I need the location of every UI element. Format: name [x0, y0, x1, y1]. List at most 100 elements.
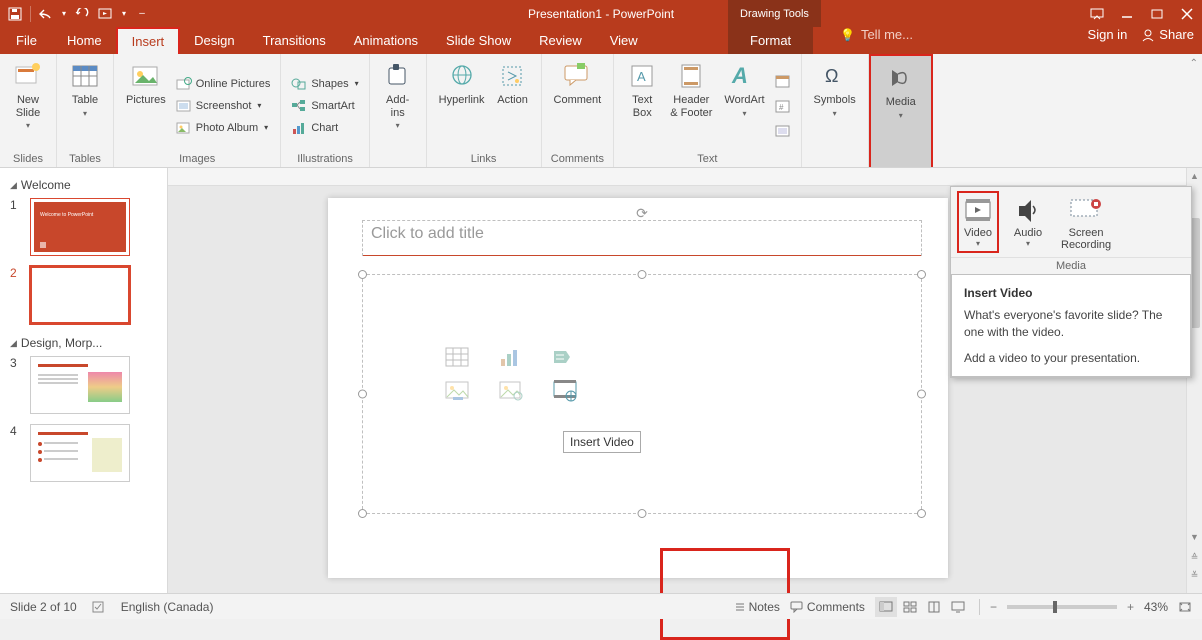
- photo-album-button[interactable]: Photo Album▾: [174, 117, 273, 139]
- drawing-tools-context-label: Drawing Tools: [728, 0, 821, 27]
- scroll-up-icon[interactable]: ▲: [1187, 168, 1202, 184]
- section-design[interactable]: ◢Design, Morp...: [0, 332, 167, 354]
- resize-handle[interactable]: [358, 270, 367, 279]
- tab-format[interactable]: Format: [728, 27, 813, 54]
- share-button[interactable]: Share: [1141, 27, 1194, 42]
- screenshot-button[interactable]: Screenshot▾: [174, 95, 273, 117]
- comment-button[interactable]: Comment: [550, 58, 606, 153]
- content-placeholder[interactable]: Insert Video: [362, 274, 922, 514]
- reading-view-icon[interactable]: [923, 597, 945, 617]
- slide-canvas[interactable]: Click to add title ⟳: [328, 198, 948, 578]
- next-slide-icon[interactable]: ≚: [1187, 567, 1202, 583]
- thumb-slide-3[interactable]: [30, 356, 130, 414]
- notes-toggle[interactable]: Notes: [734, 600, 780, 614]
- insert-table-shortcut[interactable]: [443, 345, 471, 369]
- tab-review[interactable]: Review: [525, 27, 596, 54]
- insert-smartart-shortcut[interactable]: [551, 345, 579, 369]
- slide-position-label[interactable]: Slide 2 of 10: [10, 600, 77, 614]
- insert-video-shortcut[interactable]: [551, 379, 579, 403]
- tab-animations[interactable]: Animations: [340, 27, 432, 54]
- insert-pictures-shortcut[interactable]: [443, 379, 471, 403]
- qat-dropdown-icon[interactable]: ▾: [119, 3, 129, 25]
- hyperlink-button[interactable]: Hyperlink: [435, 58, 489, 153]
- zoom-slider[interactable]: [1007, 605, 1117, 609]
- title-placeholder[interactable]: Click to add title ⟳: [362, 220, 922, 256]
- undo-dropdown-icon[interactable]: ▾: [59, 3, 69, 25]
- section-welcome[interactable]: ◢Welcome: [0, 174, 167, 196]
- tab-home[interactable]: Home: [53, 27, 116, 54]
- quick-access-toolbar: ▾ ▾ ‒: [0, 3, 157, 25]
- resize-handle[interactable]: [917, 390, 926, 399]
- minimize-icon[interactable]: [1112, 0, 1142, 27]
- sign-in-link[interactable]: Sign in: [1088, 27, 1128, 42]
- tab-view[interactable]: View: [596, 27, 652, 54]
- media-button[interactable]: Media ▾: [881, 60, 921, 165]
- zoom-in-button[interactable]: +: [1127, 600, 1134, 614]
- resize-handle[interactable]: [638, 270, 647, 279]
- rotate-handle-icon[interactable]: ⟳: [636, 205, 648, 222]
- tab-transitions[interactable]: Transitions: [249, 27, 340, 54]
- table-icon: [69, 60, 101, 92]
- tab-insert[interactable]: Insert: [116, 27, 181, 54]
- zoom-out-button[interactable]: −: [990, 600, 997, 614]
- slideshow-view-icon[interactable]: [947, 597, 969, 617]
- resize-handle[interactable]: [917, 509, 926, 518]
- resize-handle[interactable]: [917, 270, 926, 279]
- date-time-button[interactable]: [773, 70, 793, 92]
- addins-button[interactable]: Add- ins ▾: [378, 58, 418, 165]
- resize-handle[interactable]: [638, 509, 647, 518]
- language-label[interactable]: English (Canada): [121, 600, 214, 614]
- text-box-button[interactable]: A Text Box: [622, 58, 662, 153]
- header-footer-button[interactable]: Header & Footer: [666, 58, 716, 153]
- chart-button[interactable]: Chart: [289, 117, 360, 139]
- zoom-slider-thumb[interactable]: [1053, 601, 1057, 613]
- maximize-icon[interactable]: [1142, 0, 1172, 27]
- redo-icon[interactable]: [71, 3, 93, 25]
- collapse-ribbon-icon[interactable]: ⌃: [1190, 58, 1198, 69]
- normal-view-icon[interactable]: [875, 597, 897, 617]
- scroll-down-icon[interactable]: ▼: [1187, 529, 1202, 545]
- tab-design[interactable]: Design: [180, 27, 248, 54]
- zoom-level-label[interactable]: 43%: [1144, 600, 1168, 614]
- ribbon-display-options-icon[interactable]: [1082, 0, 1112, 27]
- slide-number-button[interactable]: #: [773, 95, 793, 117]
- screen-recording-menu-item[interactable]: Screen Recording: [1057, 191, 1115, 253]
- tab-file[interactable]: File: [0, 27, 53, 54]
- wordart-button[interactable]: A WordArt ▾: [720, 58, 768, 153]
- pictures-button[interactable]: Pictures: [122, 58, 170, 153]
- tell-me-search[interactable]: 💡 Tell me...: [840, 27, 913, 42]
- fit-to-window-icon[interactable]: [1178, 601, 1192, 613]
- insert-chart-shortcut[interactable]: [497, 345, 525, 369]
- new-slide-button[interactable]: New Slide ▾: [8, 58, 48, 153]
- save-icon[interactable]: [4, 3, 26, 25]
- shapes-button[interactable]: Shapes▾: [289, 73, 360, 95]
- insert-online-pictures-shortcut[interactable]: [497, 379, 525, 403]
- group-tables: Table ▾ Tables: [57, 54, 114, 167]
- object-button[interactable]: [773, 120, 793, 142]
- undo-icon[interactable]: [35, 3, 57, 25]
- symbols-button[interactable]: Ω Symbols ▾: [810, 58, 860, 165]
- start-from-beginning-icon[interactable]: [95, 3, 117, 25]
- table-button[interactable]: Table ▾: [65, 58, 105, 153]
- resize-handle[interactable]: [358, 509, 367, 518]
- audio-icon: [1011, 193, 1045, 227]
- thumb-slide-4[interactable]: [30, 424, 130, 482]
- action-button[interactable]: Action: [493, 58, 533, 153]
- spellcheck-icon[interactable]: [91, 600, 107, 614]
- comments-toggle[interactable]: Comments: [790, 600, 865, 614]
- close-icon[interactable]: [1172, 0, 1202, 27]
- qat-customize-icon[interactable]: ‒: [131, 3, 153, 25]
- slide-thumbnail-panel: ◢Welcome 1 Welcome to PowerPoint 2 ◢Desi…: [0, 168, 168, 593]
- video-menu-item[interactable]: Video ▾: [957, 191, 999, 253]
- media-icon: [885, 62, 917, 94]
- slide-sorter-view-icon[interactable]: [899, 597, 921, 617]
- svg-text:#: #: [779, 103, 784, 112]
- audio-menu-item[interactable]: Audio ▾: [1007, 191, 1049, 253]
- online-pictures-button[interactable]: Online Pictures: [174, 73, 273, 95]
- thumb-slide-2[interactable]: [30, 266, 130, 324]
- previous-slide-icon[interactable]: ≙: [1187, 549, 1202, 565]
- tab-slideshow[interactable]: Slide Show: [432, 27, 525, 54]
- resize-handle[interactable]: [358, 390, 367, 399]
- smartart-button[interactable]: SmartArt: [289, 95, 360, 117]
- thumb-slide-1[interactable]: Welcome to PowerPoint: [30, 198, 130, 256]
